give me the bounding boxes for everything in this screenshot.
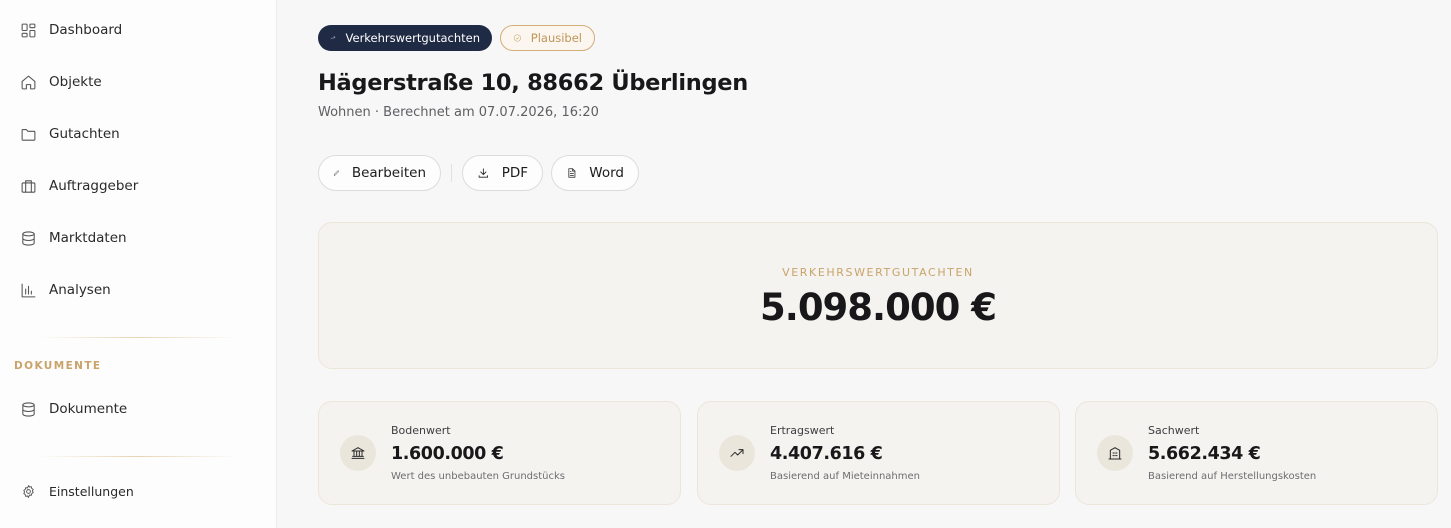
toolbar-divider	[451, 164, 452, 182]
sidebar-item-label: Gutachten	[49, 126, 120, 142]
summary-value: 5.098.000 €	[760, 286, 997, 329]
sidebar-divider	[38, 456, 238, 457]
card-description: Basierend auf Herstellungskosten	[1148, 471, 1317, 482]
value-card-bodenwert: Bodenwert 1.600.000 € Wert des unbebaute…	[318, 401, 681, 505]
value-card-sachwert: Sachwert 5.662.434 € Basierend auf Herst…	[1075, 401, 1438, 505]
bar-chart-icon	[19, 281, 37, 299]
sidebar-item-label: Einstellungen	[49, 483, 134, 499]
card-label: Bodenwert	[391, 424, 451, 437]
card-value: 5.662.434 €	[1148, 444, 1261, 464]
word-export-button[interactable]: Word	[551, 155, 639, 191]
sidebar-item-label: Marktdaten	[49, 230, 127, 246]
sidebar-item-label: Dokumente	[49, 401, 128, 417]
card-label: Sachwert	[1148, 424, 1200, 437]
sidebar-item-label: Objekte	[49, 74, 102, 90]
badge-label: Plausibel	[530, 31, 582, 45]
download-icon	[478, 168, 488, 178]
sidebar-divider	[38, 337, 238, 338]
sidebar-item-auftraggeber[interactable]: Auftraggeber	[0, 166, 276, 206]
briefcase-icon	[19, 177, 37, 195]
button-label: Word	[589, 165, 624, 181]
database-icon	[19, 229, 37, 247]
sidebar-item-dashboard[interactable]: Dashboard	[0, 10, 276, 50]
bank-icon	[340, 435, 376, 471]
report-type-badge: Verkehrswertgutachten	[318, 25, 492, 51]
document-icon	[568, 168, 576, 178]
trending-up-icon	[330, 36, 336, 40]
card-description: Wert des unbebauten Grundstücks	[391, 471, 565, 482]
gear-icon	[19, 482, 37, 500]
sidebar-item-label: Analysen	[49, 282, 111, 298]
card-value: 1.600.000 €	[391, 444, 504, 464]
sidebar-item-analysen[interactable]: Analysen	[0, 270, 276, 310]
status-badge: Plausibel	[500, 25, 595, 51]
sidebar-item-gutachten[interactable]: Gutachten	[0, 114, 276, 154]
valuation-summary-card: VERKEHRSWERTGUTACHTEN 5.098.000 €	[318, 222, 1438, 369]
check-circle-icon	[513, 34, 521, 42]
pdf-export-button[interactable]: PDF	[462, 155, 543, 191]
card-description: Basierend auf Mieteinnahmen	[770, 471, 920, 482]
folder-icon	[19, 125, 37, 143]
edit-button[interactable]: Bearbeiten	[318, 155, 441, 191]
sidebar: Dashboard Objekte Gutachten Auftraggeber…	[0, 0, 277, 528]
page-title: Hägerstraße 10, 88662 Überlingen	[318, 70, 748, 96]
value-card-ertragswert: Ertragswert 4.407.616 € Basierend auf Mi…	[697, 401, 1060, 505]
pencil-icon	[333, 170, 339, 176]
summary-label: VERKEHRSWERTGUTACHTEN	[782, 266, 974, 279]
home-icon	[19, 73, 37, 91]
sidebar-section-label: DOKUMENTE	[14, 360, 102, 372]
sidebar-item-dokumente[interactable]: Dokumente	[0, 389, 276, 429]
button-label: PDF	[501, 165, 528, 181]
sidebar-item-settings[interactable]: Einstellungen	[0, 471, 276, 511]
sidebar-item-marktdaten[interactable]: Marktdaten	[0, 218, 276, 258]
sidebar-item-label: Dashboard	[49, 22, 123, 38]
sidebar-item-label: Auftraggeber	[49, 178, 139, 194]
card-label: Ertragswert	[770, 424, 835, 437]
badge-label: Verkehrswertgutachten	[345, 31, 480, 45]
database-icon	[19, 400, 37, 418]
page-subtitle: Wohnen · Berechnet am 07.07.2026, 16:20	[318, 105, 599, 120]
sidebar-item-objekte[interactable]: Objekte	[0, 62, 276, 102]
button-label: Bearbeiten	[351, 165, 426, 181]
building-icon	[1097, 435, 1133, 471]
trending-up-icon	[719, 435, 755, 471]
dashboard-icon	[19, 21, 37, 39]
card-value: 4.407.616 €	[770, 444, 883, 464]
